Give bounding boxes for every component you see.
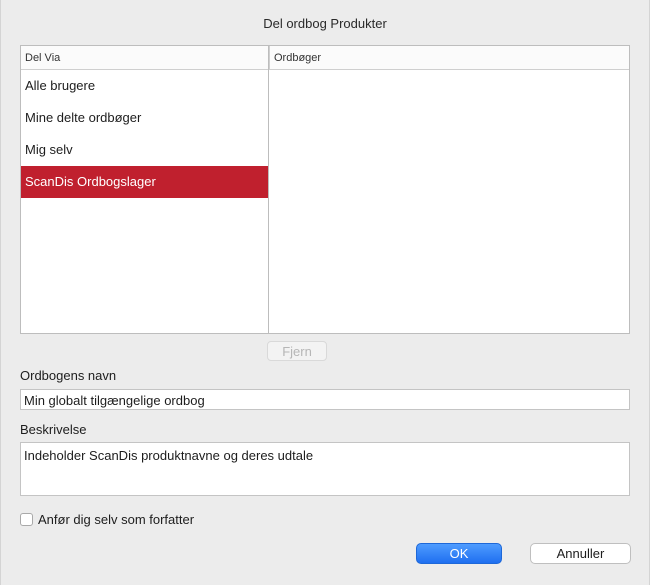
dictionary-name-label: Ordbogens navn: [20, 368, 117, 383]
author-checkbox[interactable]: [20, 513, 33, 526]
author-checkbox-label[interactable]: Anfør dig selv som forfatter: [38, 512, 194, 527]
dialog-title: Del ordbog Produkter: [263, 16, 387, 31]
dictionaries-header: Ordbøger: [269, 46, 629, 70]
share-via-header: Del Via: [21, 46, 268, 70]
share-via-item-my-shared-dictionaries[interactable]: Mine delte ordbøger: [21, 102, 268, 134]
dictionaries-list[interactable]: Ordbøger: [268, 45, 630, 334]
cancel-button[interactable]: Annuller: [530, 543, 631, 564]
share-via-item-scandis-dictionary-store[interactable]: ScanDis Ordbogslager: [21, 166, 268, 198]
remove-button[interactable]: Fjern: [267, 341, 327, 361]
share-via-item-myself[interactable]: Mig selv: [21, 134, 268, 166]
description-label: Beskrivelse: [20, 422, 87, 437]
description-field[interactable]: Indeholder ScanDis produktnavne og deres…: [20, 442, 630, 496]
dictionary-name-field[interactable]: Min globalt tilgængelige ordbog: [20, 389, 630, 410]
share-dictionary-dialog: Del ordbog Produkter Del Via Alle bruger…: [0, 0, 650, 585]
ok-button[interactable]: OK: [416, 543, 502, 564]
share-via-list: Del Via Alle brugere Mine delte ordbøger…: [20, 45, 269, 334]
share-via-item-all-users[interactable]: Alle brugere: [21, 70, 268, 102]
